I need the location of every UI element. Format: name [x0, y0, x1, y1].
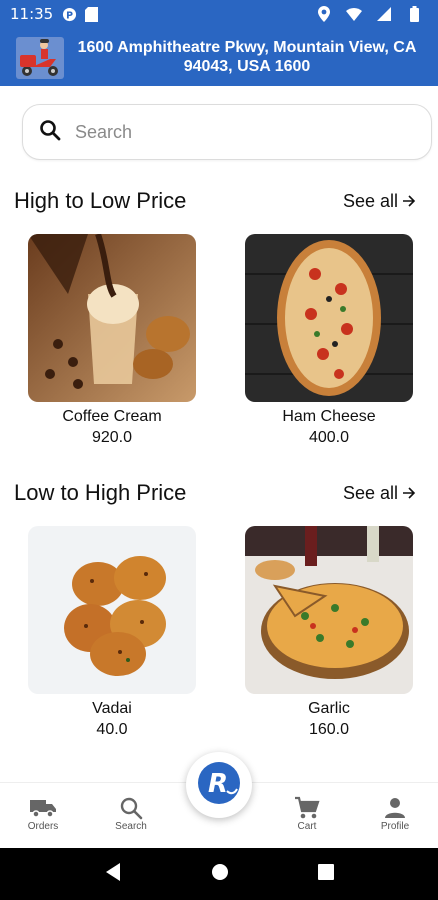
app-notification-icon: P — [61, 6, 77, 22]
nav-search[interactable]: Search — [96, 795, 166, 832]
nav-profile[interactable]: Profile — [360, 795, 430, 832]
delivery-scooter-icon — [14, 33, 66, 81]
delivery-address[interactable]: 1600 Amphitheatre Pkwy, Mountain View, C… — [66, 38, 438, 76]
nav-label: Cart — [297, 821, 317, 832]
product-name: Coffee Cream — [62, 408, 162, 425]
product-name: Ham Cheese — [282, 408, 376, 425]
system-navigation-bar — [0, 848, 438, 900]
cart-icon — [272, 795, 342, 821]
status-time: 11:35 — [10, 5, 54, 23]
location-icon — [316, 6, 332, 22]
see-all-high-to-low[interactable]: See all — [343, 191, 416, 212]
person-icon — [360, 795, 430, 821]
arrow-right-icon — [402, 483, 416, 504]
truck-icon — [8, 795, 78, 821]
section-title-low-to-high: Low to High Price — [14, 480, 187, 505]
see-all-label: See all — [342, 483, 398, 503]
nav-label: Search — [115, 821, 147, 832]
product-card-coffee-cream[interactable]: Coffee Cream 920.0 — [28, 234, 196, 447]
product-card-vadai[interactable]: Vadai 40.0 — [28, 526, 196, 739]
vadai-image — [28, 526, 196, 694]
arrow-right-icon — [402, 191, 416, 212]
nav-label: Profile — [380, 821, 410, 832]
search-icon — [39, 119, 61, 146]
ham-cheese-pizza-image — [245, 234, 413, 402]
product-card-garlic[interactable]: Garlic 160.0 — [245, 526, 413, 739]
search-bar[interactable] — [22, 104, 432, 160]
see-all-label: See all — [342, 191, 398, 211]
coffee-cream-image — [28, 234, 196, 402]
home-icon[interactable] — [211, 863, 229, 886]
section-title-high-to-low: High to Low Price — [14, 188, 187, 213]
see-all-low-to-high[interactable]: See all — [343, 483, 416, 504]
nav-label: Orders — [27, 821, 59, 832]
product-name: Garlic — [308, 700, 350, 717]
product-price: 920.0 — [91, 429, 133, 446]
recents-icon[interactable] — [317, 863, 334, 885]
product-price: 160.0 — [308, 721, 350, 738]
status-bar: 11:35 P — [0, 0, 438, 28]
app-header: 1600 Amphitheatre Pkwy, Mountain View, C… — [0, 28, 438, 86]
nav-orders[interactable]: Orders — [8, 795, 78, 832]
brand-r-logo-icon: R — [197, 761, 241, 810]
svg-text:R: R — [208, 769, 228, 799]
svg-text:P: P — [66, 10, 73, 21]
product-name: Vadai — [92, 700, 132, 717]
product-price: 400.0 — [308, 429, 350, 446]
battery-icon — [406, 6, 422, 22]
search-icon — [96, 795, 166, 821]
product-price: 40.0 — [96, 721, 128, 738]
home-fab-button[interactable]: R — [186, 752, 252, 818]
garlic-pizza-image — [245, 526, 413, 694]
wifi-icon — [346, 6, 362, 22]
back-icon[interactable] — [104, 862, 122, 887]
sd-card-icon — [83, 6, 99, 22]
search-input[interactable] — [75, 121, 375, 143]
nav-cart[interactable]: Cart — [272, 795, 342, 832]
signal-icon — [376, 6, 392, 22]
product-card-ham-cheese[interactable]: Ham Cheese 400.0 — [245, 234, 413, 447]
